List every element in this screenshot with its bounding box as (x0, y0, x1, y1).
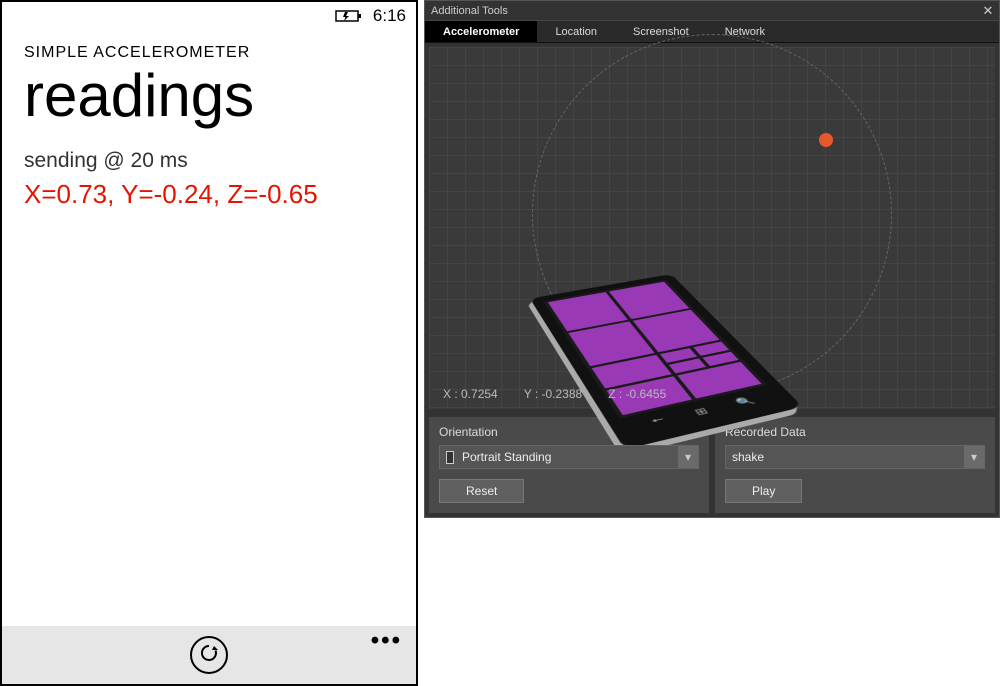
page-title: readings (24, 64, 396, 127)
xyz-readout: X : 0.7254 Y : -0.2388 Z : -0.6455 (443, 387, 666, 401)
chevron-down-icon: ▾ (964, 446, 984, 468)
app-bar: ••• (2, 626, 416, 684)
gravity-indicator-dot[interactable] (819, 133, 833, 147)
reset-button[interactable]: Reset (439, 479, 524, 503)
readout-x: X : 0.7254 (443, 387, 498, 401)
recorded-data-panel: Recorded Data shake ▾ Play (715, 417, 995, 513)
window-title: Additional Tools (431, 5, 508, 17)
more-icon: ••• (371, 627, 402, 654)
additional-tools-window: Additional Tools ✕ Accelerometer Locatio… (424, 0, 1000, 518)
accelerometer-reading: X=0.73, Y=-0.24, Z=-0.65 (24, 179, 396, 210)
search-icon: 🔍 (733, 395, 757, 408)
phone-content: SIMPLE ACCELEROMETER readings sending @ … (2, 28, 416, 626)
clock: 6:16 (373, 6, 406, 26)
tab-location[interactable]: Location (537, 21, 615, 42)
sending-status: sending @ 20 ms (24, 149, 396, 173)
recorded-data-label: Recorded Data (725, 425, 985, 439)
window-close-button[interactable]: ✕ (977, 1, 999, 21)
window-titlebar[interactable]: Additional Tools ✕ (425, 1, 999, 21)
battery-charging-icon (335, 9, 363, 23)
phone-portrait-icon (446, 451, 454, 464)
app-title: SIMPLE ACCELEROMETER (24, 44, 396, 62)
more-button[interactable]: ••• (371, 636, 402, 646)
readout-y: Y : -0.2388 (524, 387, 583, 401)
readout-z: Z : -0.6455 (608, 387, 666, 401)
chevron-down-icon: ▾ (678, 446, 698, 468)
orientation-select[interactable]: Portrait Standing ▾ (439, 445, 699, 469)
back-icon: 🠔 (648, 414, 670, 430)
orientation-selected: Portrait Standing (462, 450, 551, 464)
phone-status-bar: 6:16 (2, 2, 416, 28)
refresh-icon (199, 643, 219, 668)
windows-icon: ⊞ (692, 406, 711, 418)
tab-accelerometer[interactable]: Accelerometer (425, 21, 537, 42)
close-icon: ✕ (983, 3, 994, 19)
refresh-button[interactable] (190, 636, 228, 674)
phone-emulator-screen: 6:16 SIMPLE ACCELEROMETER readings sendi… (0, 0, 418, 686)
accelerometer-canvas[interactable]: 🠔 ⊞ 🔍 X : 0.7254 Y : -0.2388 Z : -0.6455 (429, 47, 995, 409)
recorded-data-select[interactable]: shake ▾ (725, 445, 985, 469)
recorded-data-selected: shake (732, 450, 764, 464)
